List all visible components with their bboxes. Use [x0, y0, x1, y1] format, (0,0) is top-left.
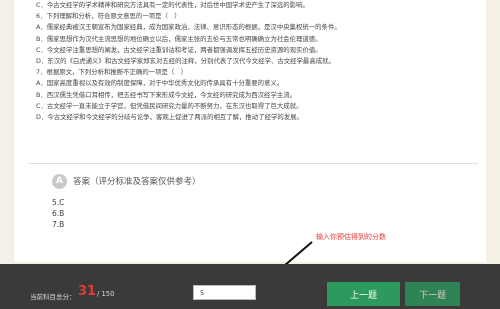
score-input[interactable]: [193, 285, 256, 300]
next-question-button[interactable]: 下一题: [405, 282, 460, 306]
bottom-bar: 当前科目总分： 31 / 150 上一题 下一题: [0, 264, 500, 309]
annotation-arrow-icon: [256, 241, 313, 290]
score-label: 当前科目总分：: [30, 293, 76, 301]
prev-question-button[interactable]: 上一题: [327, 282, 400, 306]
score-value: 31: [78, 284, 97, 299]
score-total: / 150: [97, 290, 115, 298]
